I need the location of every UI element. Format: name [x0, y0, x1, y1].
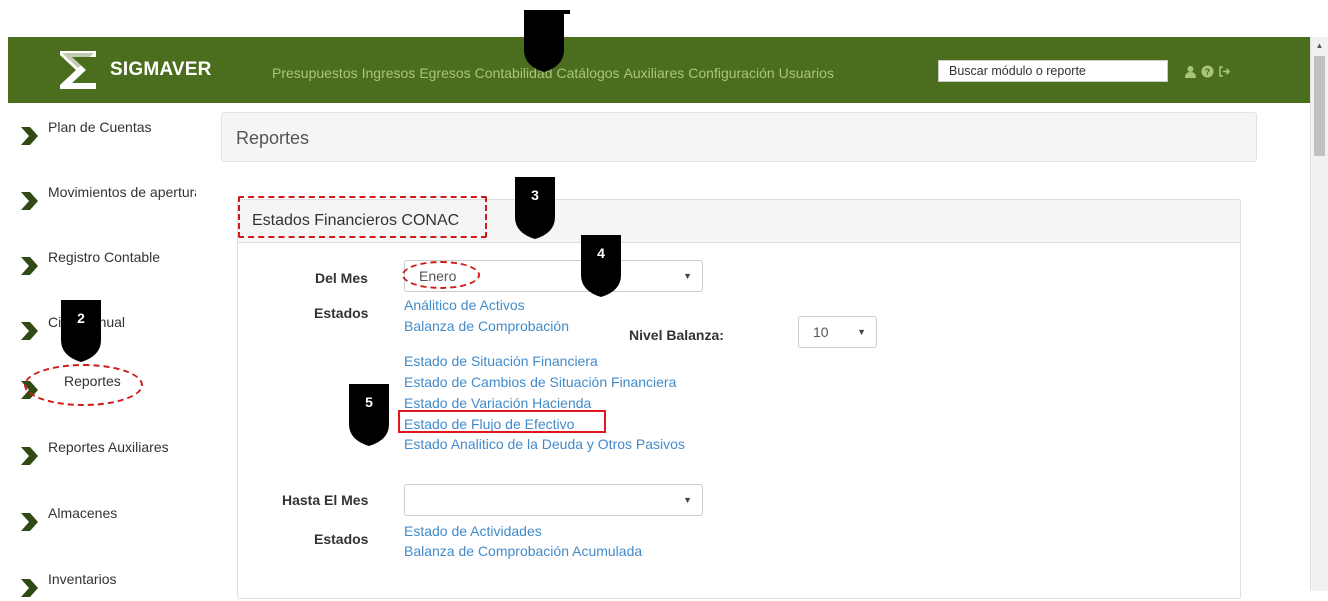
scroll-up-arrow[interactable]: ▲ [1311, 37, 1328, 54]
sidebar-item-label: Inventarios [48, 571, 117, 587]
search-input[interactable]: Buscar módulo o reporte [938, 60, 1168, 82]
nav-auxiliares[interactable]: Auxiliares [624, 65, 685, 81]
nav-egresos[interactable]: Egresos [419, 65, 470, 81]
chevron-right-icon [21, 447, 38, 465]
nav-usuarios[interactable]: Usuarios [779, 65, 834, 81]
top-icons: ? [1184, 65, 1231, 78]
sidebar-item-label: Registro Contable [48, 249, 161, 265]
nivel-balanza-value: 10 [813, 324, 829, 340]
highlight-panel-title [238, 196, 487, 238]
chevron-down-icon: ▼ [683, 271, 692, 281]
top-navbar: SIGMAVER Presupuestos Ingresos Egresos C… [8, 37, 1311, 103]
sidebar-item-almacenes[interactable]: Almacenes [18, 505, 196, 535]
page-title: Reportes [236, 128, 310, 148]
chevron-right-icon [21, 257, 38, 275]
sidebar-item-label: Movimientos de apertura [48, 184, 196, 200]
nivel-balanza-select[interactable]: 10 ▼ [798, 316, 877, 348]
step-marker-1 [518, 10, 570, 72]
brand-name: SIGMAVER [110, 59, 212, 80]
page-scrollbar[interactable]: ▲ [1310, 37, 1328, 591]
hasta-el-mes-label: Hasta El Mes [282, 492, 369, 508]
sidebar-item-label: Reportes Auxiliares [48, 439, 169, 455]
link-analitico-activos[interactable]: Análitico de Activos [404, 297, 525, 313]
link-variacion-hacienda[interactable]: Estado de Variación Hacienda [404, 395, 591, 411]
logout-icon[interactable] [1218, 65, 1231, 78]
link-estado-actividades[interactable]: Estado de Actividades [404, 523, 542, 539]
chevron-down-icon: ▼ [683, 495, 692, 505]
sidebar-item-reportes-auxiliares[interactable]: Reportes Auxiliares [18, 439, 196, 469]
highlight-reportes [24, 364, 143, 406]
link-cambios-situacion[interactable]: Estado de Cambios de Situación Financier… [404, 374, 676, 390]
highlight-flujo-efectivo [398, 410, 606, 433]
link-balanza-comprobacion[interactable]: Balanza de Comprobación [404, 318, 569, 334]
link-situacion-financiera[interactable]: Estado de Situación Financiera [404, 353, 598, 369]
help-icon[interactable]: ? [1201, 65, 1214, 78]
step-marker-number: 5 [365, 394, 373, 410]
highlight-del-mes [402, 261, 480, 289]
del-mes-label: Del Mes [315, 270, 368, 286]
sidebar-item-label: Almacenes [48, 505, 118, 521]
hasta-el-mes-select[interactable]: ▼ [404, 484, 703, 516]
svg-text:?: ? [1205, 67, 1211, 77]
sidebar-item-inventarios[interactable]: Inventarios [18, 571, 196, 601]
step-marker-2: 2 [55, 300, 107, 362]
sidebar-item-plan-de-cuentas[interactable]: Plan de Cuentas [18, 119, 196, 149]
estados-label: Estados [314, 305, 369, 321]
chevron-down-icon: ▼ [857, 327, 866, 337]
sidebar-item-registro-contable[interactable]: Registro Contable [18, 249, 196, 279]
estados-label-2: Estados [314, 531, 369, 547]
user-icon[interactable] [1184, 65, 1197, 78]
nav-configuracion[interactable]: Configuración [688, 65, 774, 81]
step-marker-number: 4 [597, 245, 605, 261]
scroll-thumb[interactable] [1314, 56, 1325, 156]
sidebar-item-label: Plan de Cuentas [48, 119, 152, 135]
step-marker-5: 5 [343, 384, 395, 446]
sidebar-item-movimientos[interactable]: Movimientos de apertura [18, 184, 196, 214]
step-marker-3: 3 [509, 177, 561, 239]
chevron-right-icon [21, 579, 38, 597]
link-analitico-deuda[interactable]: Estado Analitico de la Deuda y Otros Pas… [404, 436, 685, 452]
nav-ingresos[interactable]: Ingresos [362, 65, 416, 81]
nav-presupuestos[interactable]: Presupuestos [272, 65, 358, 81]
link-balanza-acumulada[interactable]: Balanza de Comprobación Acumulada [404, 543, 642, 559]
chevron-right-icon [21, 127, 38, 145]
chevron-right-icon [21, 192, 38, 210]
step-marker-number: 2 [77, 310, 85, 326]
step-marker-number: 3 [531, 187, 539, 203]
chevron-right-icon [21, 513, 38, 531]
chevron-right-icon [21, 322, 38, 340]
sigma-logo-icon [60, 51, 96, 89]
sidebar-item-cierre-anual[interactable]: Cierre Anual [18, 314, 196, 344]
brand-logo[interactable]: SIGMAVER [56, 45, 212, 95]
page-title-panel: Reportes [221, 112, 1257, 162]
step-marker-4: 4 [575, 235, 627, 297]
nivel-balanza-label: Nivel Balanza: [629, 327, 724, 343]
